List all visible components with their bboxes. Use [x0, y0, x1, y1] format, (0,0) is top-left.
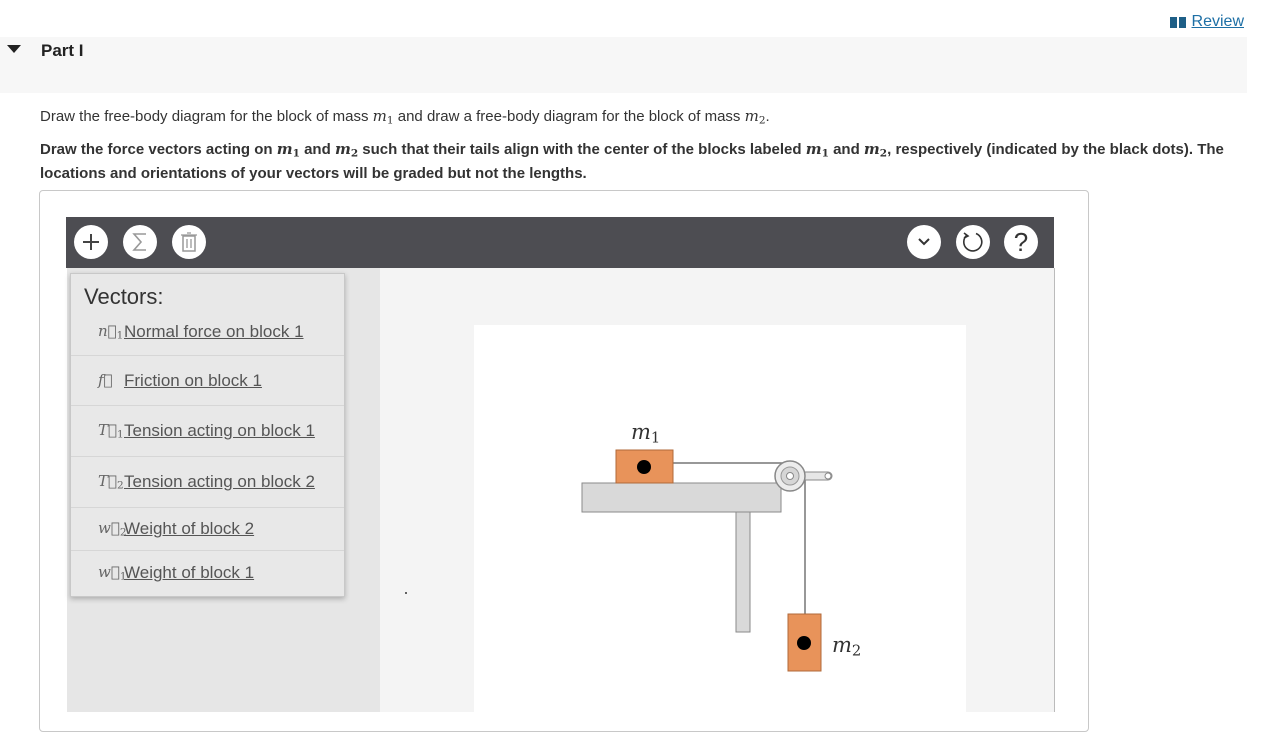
dropdown-button[interactable]: [907, 225, 941, 259]
book-icon: [1169, 16, 1186, 28]
label-m1: m1: [631, 420, 661, 447]
reset-icon: [962, 232, 983, 252]
vector-symbol: w⃗2: [98, 519, 127, 539]
canvas-dot: [405, 592, 407, 594]
vector-label: Weight of block 1: [124, 563, 255, 582]
help-button[interactable]: ?: [1004, 225, 1038, 259]
vector-symbol: n⃗1: [98, 322, 124, 342]
vector-symbol: T⃗1: [98, 421, 124, 441]
vector-item-weight-1[interactable]: w⃗1 Weight of block 1: [71, 551, 344, 595]
physics-diagram: m1 m2: [474, 325, 966, 712]
vector-symbol: T⃗2: [98, 472, 124, 492]
chevron-down-icon: [918, 238, 930, 246]
sum-vector-button[interactable]: [123, 225, 157, 259]
block-m2-center-dot: [797, 636, 811, 650]
label-m2: m2: [832, 633, 862, 660]
vector-label: Normal force on block 1: [124, 322, 304, 341]
review-link[interactable]: Review: [1169, 13, 1244, 31]
vector-symbol: f⃗: [98, 370, 113, 389]
vector-symbol: w⃗1: [98, 563, 127, 583]
vector-label: Friction on block 1: [124, 370, 262, 390]
vector-item-friction-1[interactable]: f⃗ Friction on block 1: [71, 356, 344, 406]
drawing-toolbar: ?: [66, 217, 1054, 268]
instruction-line-1: Draw the free-body diagram for the block…: [40, 107, 770, 127]
part-title: Part I: [41, 41, 84, 60]
vector-label: Tension acting on block 2: [124, 472, 315, 491]
block-m1-center-dot: [637, 460, 651, 474]
diagram-svg: [581, 449, 833, 672]
plus-icon: [83, 234, 99, 250]
delete-button[interactable]: [172, 225, 206, 259]
vector-item-tension-1[interactable]: T⃗1 Tension acting on block 1: [71, 406, 344, 457]
collapse-triangle-icon[interactable]: [7, 45, 21, 53]
table-leg: [735, 511, 751, 633]
trash-icon: [181, 232, 197, 252]
vector-item-normal-1[interactable]: n⃗1 Normal force on block 1: [71, 309, 344, 356]
part-header: [0, 37, 1247, 93]
vectors-menu: Vectors: n⃗1 Normal force on block 1 f⃗ …: [70, 273, 345, 597]
review-label: Review: [1191, 13, 1244, 30]
sigma-icon: [132, 233, 146, 251]
vector-item-weight-2[interactable]: w⃗2 Weight of block 2: [71, 508, 344, 551]
add-vector-button[interactable]: [74, 225, 108, 259]
reset-button[interactable]: [956, 225, 990, 259]
table-top: [581, 482, 782, 513]
vector-label: Weight of block 2: [124, 519, 255, 538]
vector-label: Tension acting on block 1: [124, 421, 315, 440]
vectors-menu-title: Vectors:: [84, 284, 164, 309]
vector-item-tension-2[interactable]: T⃗2 Tension acting on block 2: [71, 457, 344, 508]
instruction-line-2: Draw the force vectors acting on m1 and …: [40, 140, 1224, 182]
